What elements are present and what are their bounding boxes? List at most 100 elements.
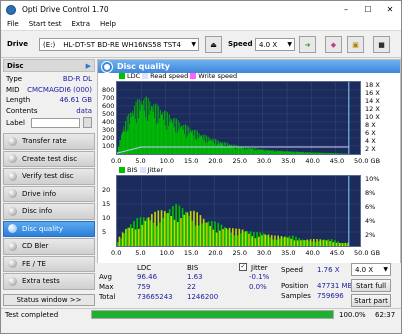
stats-area: LDC BIS Avg 96.46 1.63 -0.1% Max 759 22 … [97,263,401,308]
nav-disc-info[interactable]: Disc info [3,203,95,220]
status-window-button[interactable]: Status window >> [3,294,95,306]
nav-cd-bler[interactable]: CD Bler [3,238,95,255]
x-tick-label: 30.0 [256,157,272,165]
jitter-checkbox[interactable]: ✓ [239,263,247,271]
data-bar [136,218,139,246]
data-bar [301,239,304,246]
menu-help[interactable]: Help [100,20,116,28]
data-bar [117,242,119,246]
menu-extra[interactable]: Extra [72,20,90,28]
eject-button[interactable]: ⏏ [205,36,222,53]
nav-transfer-rate[interactable]: Transfer rate [3,133,95,150]
data-bar [313,152,314,154]
data-bar [332,153,334,154]
data-bar [166,130,168,154]
drive-select[interactable]: (E:) HL-DT-ST BD-RE WH16NS58 TST4 ▼ [39,38,199,51]
nav-extra-tests[interactable]: Extra tests [3,273,95,290]
data-bar [249,148,251,154]
data-bar [283,151,284,154]
data-bar [243,231,245,246]
data-bar [283,236,286,246]
data-bar [304,152,305,154]
data-bar [128,113,130,154]
data-bar [145,117,147,154]
speed-select[interactable]: 4.0 X ▼ [255,38,295,51]
legend-swatch [139,167,146,173]
data-bar [194,225,197,246]
data-bar [227,142,228,154]
data-bar [138,118,139,154]
data-bar [220,142,222,154]
data-bar [222,142,224,154]
data-bar [233,147,235,154]
data-bar [172,122,173,154]
data-bar [322,152,324,154]
data-bar [297,151,299,154]
data-bar [177,120,179,154]
x-tick-label: 40.0 [305,157,320,165]
data-bar [246,147,248,154]
data-bar [248,147,250,154]
x-tick-label: 10.0 [159,249,175,257]
data-bar [330,152,331,154]
data-bar [290,238,292,246]
data-bar [273,150,275,154]
menu-start-test[interactable]: Start test [29,20,62,28]
data-bar [225,142,227,154]
data-bar [289,151,291,154]
nav-drive-info[interactable]: Drive info [3,185,95,202]
copy-button[interactable]: ▣ [347,36,364,53]
gear-icon[interactable] [82,117,92,128]
data-bar [316,152,318,154]
nav-verify-test-disc[interactable]: Verify test disc [3,168,95,185]
nav-disc-quality[interactable]: Disc quality [3,220,95,237]
data-bar [315,152,317,154]
data-bar [173,219,176,246]
eject-icon: ⏏ [210,40,217,49]
data-bar [154,211,156,246]
data-bar [257,149,259,154]
field-value: BD-R DL [62,75,92,84]
data-bar [136,123,138,154]
data-bar [326,153,328,154]
nav-create-test-disc[interactable]: Create test disc [3,150,95,167]
stats-row-max: Max [99,283,114,291]
data-bar [219,142,221,154]
data-bar [261,149,262,154]
erase-button[interactable]: ◆ [325,36,342,53]
field-value: 46.61 GB [59,96,93,105]
data-bar [215,232,218,246]
disc-refresh-icon[interactable]: ▶ [86,62,91,70]
data-bar [173,127,175,154]
left-panel: Disc ▶ Type BD-R DL MID CMCMAGDI6 (000) Le… [3,59,95,309]
start-part-button[interactable]: Start part [351,294,391,307]
data-bar [332,242,335,246]
data-bar [204,222,207,246]
data-bar [240,146,241,154]
minimize-icon[interactable]: – [335,1,357,18]
menu-file[interactable]: File [7,20,19,28]
disc-label-input[interactable] [30,117,80,128]
save-button[interactable]: ■ [373,36,390,53]
close-icon[interactable]: ✕ [379,1,401,18]
data-bar [202,137,203,154]
nav-label: CD Bler [22,242,49,251]
nav-fe-te[interactable]: FE / TE [3,255,95,272]
data-bar [168,125,169,154]
data-bar [193,135,194,154]
test-speed-select[interactable]: 4.0 X ▼ [351,263,391,276]
start-full-button[interactable]: Start full [351,279,391,292]
data-bar [206,222,208,246]
data-bar [336,153,338,154]
speed-arrow-button[interactable]: ➜ [299,36,316,53]
data-bar [282,150,284,154]
data-bar [311,241,314,246]
copy-icon: ▣ [352,40,359,49]
data-bar [328,153,330,154]
data-bar [298,151,300,154]
data-bar [304,240,307,246]
data-bar [264,234,267,246]
stats-total-ldc: 73665243 [137,293,173,301]
maximize-icon[interactable]: ☐ [357,1,379,18]
data-bar [259,232,262,246]
